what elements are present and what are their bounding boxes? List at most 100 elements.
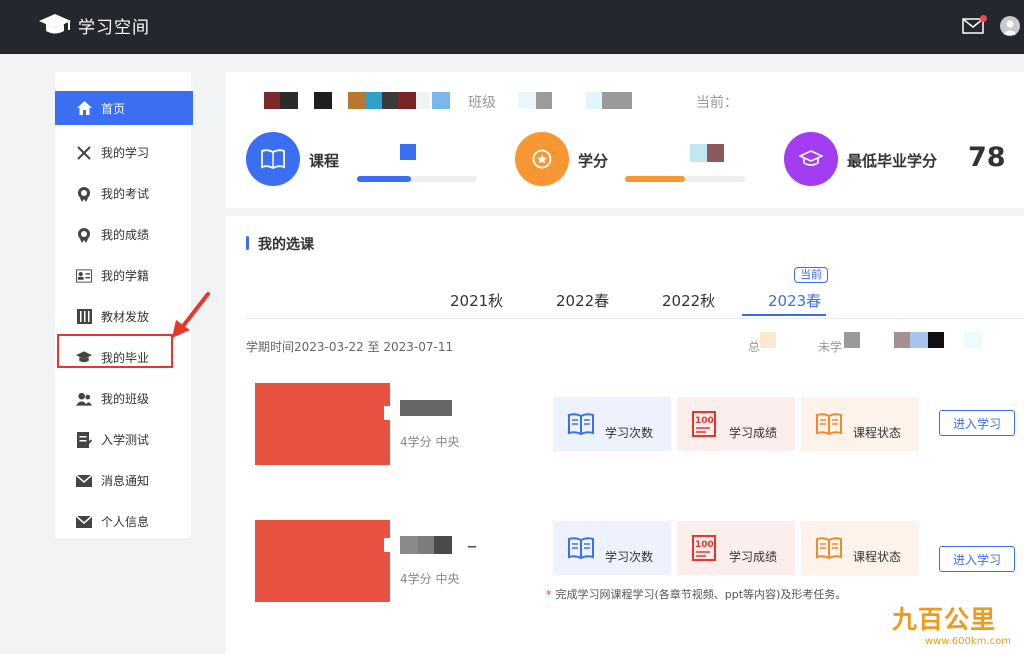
thumb-notch: [384, 406, 396, 420]
sidebar-item-label: 首页: [101, 101, 126, 116]
metric-label: 学习成绩: [729, 425, 778, 440]
avatar[interactable]: [1000, 16, 1020, 36]
edit-doc-icon: [76, 431, 92, 448]
tab-2023-spring[interactable]: 2023春: [768, 290, 821, 311]
tab-divider: [246, 318, 1024, 319]
score-100-icon: 100: [692, 535, 716, 561]
annotation-arrow-icon: [172, 292, 210, 338]
tab-2022-autumn[interactable]: 2022秋: [662, 290, 715, 311]
redacted-value: [844, 332, 860, 348]
course-credit-info: 4学分 中央: [400, 572, 460, 586]
graduation-cap-icon: [39, 14, 71, 34]
current-term-badge: 当前: [794, 267, 828, 283]
redacted-value: [760, 332, 776, 348]
sidebar-item-label: 我的班级: [101, 392, 150, 406]
envelope-icon: [76, 514, 92, 530]
sidebar-item-label: 我的考试: [101, 187, 150, 201]
medal-icon: [76, 227, 92, 243]
metric-study-score: 100 学习成绩: [677, 397, 795, 451]
sidebar-item-label: 消息通知: [101, 474, 150, 488]
redacted-course-title[interactable]: [400, 400, 452, 416]
app-title: 学习空间: [78, 17, 150, 38]
metric-label: 学习次数: [605, 549, 654, 564]
course-thumbnail[interactable]: [255, 383, 390, 465]
watermark-brand: 九百公里: [892, 605, 997, 634]
course-stat-label: 课程: [309, 152, 340, 170]
tab-2021-autumn[interactable]: 2021秋: [450, 290, 503, 311]
tab-2022-spring[interactable]: 2022春: [556, 290, 609, 311]
course-progress-fill: [357, 176, 411, 182]
pencil-ruler-icon: [76, 145, 92, 161]
sidebar-item-my-study[interactable]: 我的学习: [55, 132, 191, 173]
id-card-icon: [76, 268, 92, 284]
course-thumbnail[interactable]: [255, 520, 390, 602]
sidebar-item-my-grades[interactable]: 我的成绩: [55, 214, 191, 255]
award-icon: [76, 186, 92, 202]
home-icon: [76, 100, 92, 116]
redacted-value: [894, 332, 982, 348]
sidebar-item-label: 个人信息: [101, 515, 150, 529]
redacted-value: [690, 144, 724, 162]
enter-study-button[interactable]: 进入学习: [939, 410, 1015, 436]
sidebar-item-label: 教材发放: [101, 310, 150, 324]
metric-course-status: 课程状态: [801, 397, 919, 451]
notification-dot: [980, 15, 987, 22]
user-icon: [1003, 20, 1017, 35]
note-text: 完成学习网课程学习(各章节视频、ppt等内容)及形考任务。: [555, 588, 847, 601]
envelope-icon: [76, 473, 92, 489]
watermark-url: www.600km.com: [925, 636, 1011, 647]
credit-progress-track: [625, 176, 745, 182]
min-graduation-credits: 78: [968, 142, 1006, 173]
graduation-cap-icon: [799, 150, 823, 166]
metric-label: 学习成绩: [729, 549, 778, 564]
required-star: *: [546, 588, 552, 601]
sidebar-item-entrance-test[interactable]: 入学测试: [55, 419, 191, 460]
sidebar-item-home[interactable]: 首页: [55, 91, 193, 125]
stat-unlearned-label: 未学: [818, 340, 843, 354]
sidebar-item-label: 我的学习: [101, 146, 150, 160]
redacted-class: [518, 92, 632, 109]
thumb-notch: [384, 538, 396, 552]
redacted-name: [264, 92, 450, 109]
metric-label: 学习次数: [605, 425, 654, 440]
my-courses-panel: 我的选课 2021秋 2022春 2022秋 2023春 当前 学期时间2023…: [226, 216, 1024, 654]
metric-label: 课程状态: [853, 425, 902, 440]
svg-text:100: 100: [695, 416, 714, 426]
star-badge-icon: [532, 149, 552, 169]
open-book-icon: [568, 537, 594, 560]
credit-progress-fill: [625, 176, 685, 182]
redacted-value: [400, 144, 416, 160]
sidebar-item-label: 入学测试: [101, 433, 150, 447]
svg-text:100: 100: [695, 540, 714, 550]
course-credit-info: 4学分 中央: [400, 435, 460, 449]
graduation-stat-icon: [784, 132, 838, 186]
metric-study-score: 100 学习成绩: [677, 521, 795, 575]
app-logo[interactable]: 学习空间: [38, 12, 150, 38]
completion-note: * 完成学习网课程学习(各章节视频、ppt等内容)及形考任务。: [546, 586, 846, 602]
metric-course-status: 课程状态: [801, 521, 919, 575]
metric-study-count: 学习次数: [553, 521, 671, 575]
credit-stat-icon: [515, 132, 569, 186]
course-progress-track: [357, 176, 477, 182]
books-icon: [76, 309, 92, 325]
enter-study-button[interactable]: 进入学习: [939, 546, 1015, 572]
open-book-icon: [816, 413, 842, 436]
open-book-icon: [568, 413, 594, 436]
class-label: 班级: [468, 95, 496, 111]
top-header: 学习空间: [0, 0, 1024, 54]
users-icon: [76, 391, 92, 407]
redacted-course-title[interactable]: [400, 536, 480, 554]
sidebar-item-messages[interactable]: 消息通知: [55, 460, 191, 501]
stat-total-label: 总: [748, 340, 761, 354]
sidebar-item-label: 我的成绩: [101, 228, 150, 242]
sidebar-item-profile[interactable]: 个人信息: [55, 501, 191, 542]
score-100-icon: 100: [692, 411, 716, 437]
term-time: 学期时间2023-03-22 至 2023-07-11: [246, 340, 454, 354]
open-book-icon: [816, 537, 842, 560]
graduation-stat-label: 最低毕业学分: [847, 152, 938, 170]
annotation-highlight-box: [57, 334, 173, 368]
credit-stat-label: 学分: [578, 152, 609, 170]
sidebar-item-my-class[interactable]: 我的班级: [55, 378, 191, 419]
sidebar-item-my-exam[interactable]: 我的考试: [55, 173, 191, 214]
current-label: 当前：: [696, 95, 738, 111]
